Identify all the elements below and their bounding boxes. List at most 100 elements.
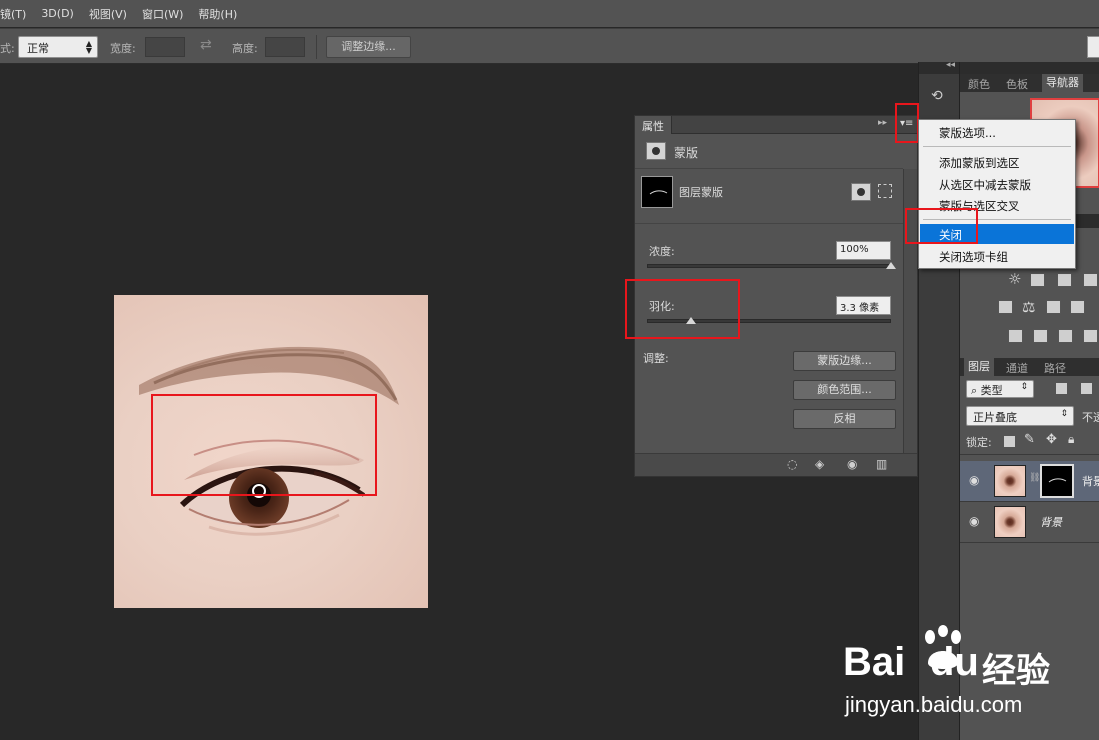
lock-move-icon[interactable]: ✥	[1046, 432, 1057, 447]
layer-name[interactable]: 背景	[1082, 473, 1099, 489]
gradient-map-icon[interactable]	[1083, 329, 1098, 343]
layer-name[interactable]: 背景	[1040, 514, 1062, 530]
tab-properties[interactable]: 属性	[635, 116, 672, 134]
collapse-panel-icon[interactable]: ▸▸	[878, 118, 887, 128]
highlight-box-panel-menu	[895, 103, 919, 143]
width-input[interactable]	[145, 37, 185, 57]
menu-filter[interactable]: 镜(T)	[0, 6, 26, 22]
exposure-icon[interactable]	[1083, 273, 1098, 287]
separator	[316, 35, 317, 59]
refine-edge-button[interactable]: 调整边缘...	[326, 36, 411, 58]
layer-row[interactable]: ◉ ⛓ 背景	[960, 461, 1099, 501]
curves-icon[interactable]	[1057, 273, 1072, 287]
layer-mask-label: 图层蒙版	[679, 186, 723, 199]
menu-item-add-mask-to-selection[interactable]: 添加蒙版到选区	[920, 152, 1074, 172]
density-slider-track[interactable]	[647, 264, 891, 268]
workspace-switcher[interactable]	[1087, 36, 1099, 58]
layer-row[interactable]: ◉ 背景	[960, 502, 1099, 542]
invert-adj-icon[interactable]	[1008, 329, 1023, 343]
apply-mask-icon[interactable]: ◈	[815, 457, 824, 471]
layer-thumbnail[interactable]	[994, 506, 1026, 538]
height-input[interactable]	[265, 37, 305, 57]
top-tabs: 颜色 色板 导航器	[960, 74, 1099, 92]
visibility-eye-icon[interactable]: ◉	[847, 457, 857, 471]
section-title: 蒙版	[674, 146, 699, 160]
menu-3d[interactable]: 3D(D)	[41, 7, 74, 20]
swap-icon[interactable]: ⇄	[200, 37, 212, 53]
vibrance-icon[interactable]	[998, 300, 1013, 314]
mask-curve-icon	[649, 190, 668, 195]
black-white-icon[interactable]	[1046, 300, 1061, 314]
menu-item-close-tab-group[interactable]: 关闭选项卡组	[920, 246, 1074, 266]
lock-transparent-icon[interactable]	[1004, 436, 1015, 447]
divider	[960, 454, 1099, 455]
updown-icon: ⇕	[1060, 409, 1068, 419]
pixel-filter-icon[interactable]	[1056, 383, 1067, 394]
properties-tab-row: 属性 ▸▸ ▾≡	[635, 116, 917, 134]
height-label: 高度:	[232, 42, 258, 55]
tab-channels[interactable]: 通道	[1006, 360, 1028, 376]
options-bar: 式: 正常 ▲ ▼ 宽度: ⇄ 高度: 调整边缘...	[0, 28, 1099, 64]
tab-swatches[interactable]: 色板	[1006, 76, 1028, 92]
delete-mask-icon[interactable]: ▥	[876, 457, 887, 471]
layer-thumbnail[interactable]	[994, 465, 1026, 497]
history-icon[interactable]: ⟲	[931, 88, 943, 104]
load-selection-icon[interactable]: ◌	[787, 457, 797, 471]
menu-help[interactable]: 帮助(H)	[198, 6, 237, 22]
opacity-label: 不透	[1082, 411, 1099, 424]
style-select[interactable]: 正常 ▲ ▼	[18, 36, 98, 58]
vector-mask-add-icon[interactable]	[878, 184, 892, 198]
adjust-label: 调整:	[643, 352, 669, 365]
density-slider-thumb[interactable]	[886, 262, 896, 269]
style-select-value: 正常	[27, 42, 49, 55]
blend-mode-select[interactable]: 正片叠底 ⇕	[966, 406, 1074, 426]
tab-paths[interactable]: 路径	[1044, 360, 1066, 376]
lock-label: 锁定:	[966, 436, 992, 449]
levels-icon[interactable]	[1030, 273, 1045, 287]
menu-item-subtract-mask[interactable]: 从选区中减去蒙版	[920, 174, 1074, 194]
layer-mask-thumbnail[interactable]	[641, 176, 673, 208]
brightness-icon[interactable]: ☼	[1008, 270, 1021, 288]
color-range-button[interactable]: 颜色范围...	[793, 380, 896, 400]
menu-separator	[923, 146, 1071, 147]
watermark-brand-cn: 经验	[982, 651, 1050, 691]
mask-edge-button[interactable]: 蒙版边缘...	[793, 351, 896, 371]
adjust-filter-icon[interactable]	[1081, 383, 1092, 394]
menu-window[interactable]: 窗口(W)	[142, 6, 183, 22]
watermark-brand-du: du	[930, 640, 979, 684]
layer-mask-thumbnail[interactable]	[1040, 464, 1074, 498]
menu-item-mask-options[interactable]: 蒙版选项...	[920, 122, 1074, 142]
visibility-eye-icon[interactable]: ◉	[969, 473, 979, 487]
lock-all-icon[interactable]: 🔒︎	[1068, 432, 1074, 447]
dock-collapse-bar[interactable]: ◂◂	[919, 60, 960, 74]
visibility-eye-icon[interactable]: ◉	[969, 514, 979, 528]
layer-filter-select[interactable]: ⌕ 类型 ⇕	[966, 380, 1034, 398]
lock-brush-icon[interactable]: ✎	[1024, 432, 1035, 447]
photo-filter-icon[interactable]	[1070, 300, 1085, 314]
width-label: 宽度:	[110, 42, 136, 55]
divider	[960, 542, 1099, 543]
updown-icon: ▲ ▼	[85, 39, 92, 55]
posterize-icon[interactable]	[1033, 329, 1048, 343]
watermark-url: jingyan.baidu.com	[845, 692, 1023, 717]
tab-color[interactable]: 颜色	[968, 76, 990, 92]
color-balance-icon[interactable]: ⚖	[1022, 298, 1035, 316]
mask-type-icon	[646, 142, 666, 160]
pixel-mask-button[interactable]	[851, 183, 871, 201]
search-icon: ⌕	[971, 384, 978, 397]
feather-input[interactable]: 3.3 像素	[836, 296, 891, 315]
chain-link-icon[interactable]: ⛓	[1029, 473, 1040, 483]
updown-icon: ⇕	[1020, 382, 1028, 392]
highlight-box-crease	[151, 394, 377, 496]
invert-button[interactable]: 反相	[793, 409, 896, 429]
blend-mode-value: 正片叠底	[973, 411, 1017, 424]
menu-view[interactable]: 视图(V)	[89, 6, 127, 22]
threshold-icon[interactable]	[1058, 329, 1073, 343]
tab-navigator[interactable]: 导航器	[1042, 74, 1083, 92]
tab-layers[interactable]: 图层	[964, 358, 994, 376]
density-input[interactable]: 100%	[836, 241, 891, 260]
properties-footer: ◌ ◈ ◉ ▥	[635, 453, 917, 476]
menu-bar: 镜(T) 3D(D) 视图(V) 窗口(W) 帮助(H)	[0, 0, 1099, 27]
collapse-arrows-icon[interactable]: ◂◂	[946, 60, 955, 70]
highlight-box-feather	[625, 279, 740, 339]
